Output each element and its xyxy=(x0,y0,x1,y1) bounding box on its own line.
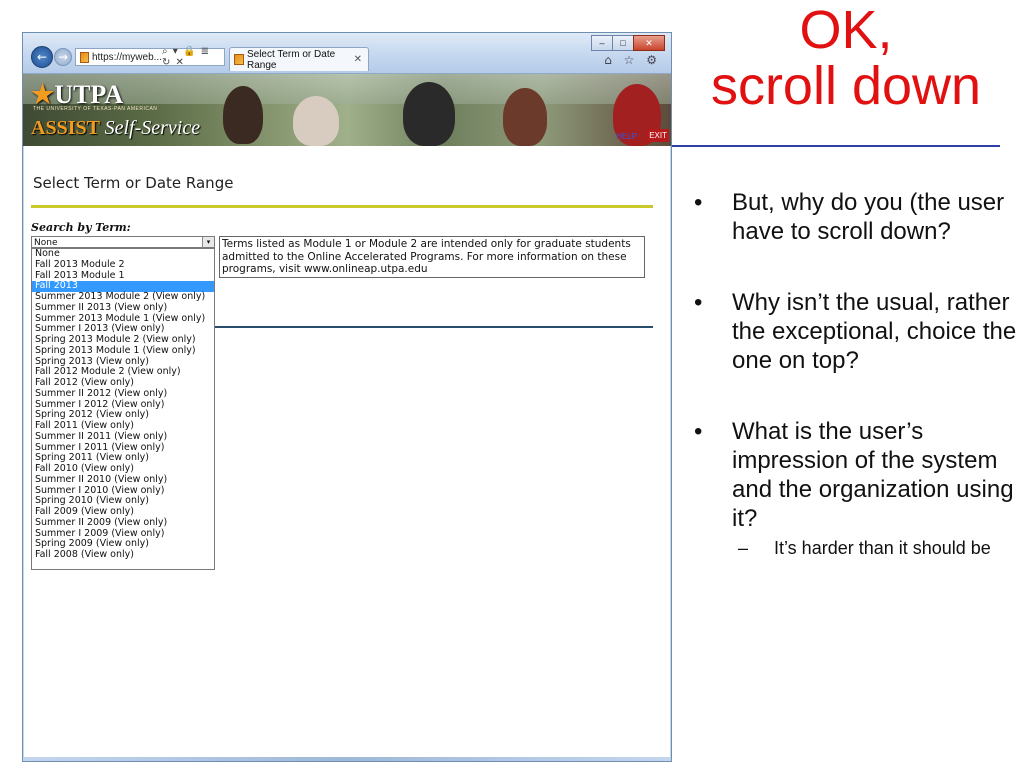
help-link[interactable]: HELP xyxy=(616,132,637,141)
exit-link[interactable]: EXIT xyxy=(647,129,669,142)
divider xyxy=(31,205,653,208)
star-icon: ★ xyxy=(31,80,55,109)
browser-window: ← → https://myweb... ⌕ ▾ 🔒 ≣ ↻ ✕ Select … xyxy=(22,32,672,762)
term-option[interactable]: Summer II 2013 (View only) xyxy=(32,302,214,314)
tab-select-term[interactable]: Select Term or Date Range ✕ xyxy=(229,47,369,71)
maximize-icon[interactable]: □ xyxy=(612,35,634,51)
chevron-down-icon[interactable]: ▾ xyxy=(202,237,214,247)
slide-title: OK, scroll down xyxy=(710,0,982,116)
term-option[interactable]: Summer II 2012 (View only) xyxy=(32,388,214,400)
home-favorites-settings-icon[interactable]: ⌂ ☆ ⚙ xyxy=(604,53,661,67)
browser-toolbar: ← → https://myweb... ⌕ ▾ 🔒 ≣ ↻ ✕ Select … xyxy=(23,33,671,74)
minimize-icon[interactable]: – xyxy=(591,35,613,51)
slide-title-rule xyxy=(672,145,1000,147)
address-bar[interactable]: https://myweb... ⌕ ▾ 🔒 ≣ ↻ ✕ xyxy=(75,46,225,68)
section-divider xyxy=(215,326,653,328)
banner-photo xyxy=(223,86,263,144)
page-title: Select Term or Date Range xyxy=(33,174,234,192)
term-option[interactable]: Summer II 2011 (View only) xyxy=(32,431,214,443)
close-window-icon[interactable]: ✕ xyxy=(633,35,665,51)
assist-logo: ASSIST Self-Service xyxy=(31,117,201,139)
tab-title: Select Term or Date Range xyxy=(246,48,336,71)
term-option[interactable]: Fall 2008 (View only) xyxy=(32,549,214,561)
window-bottom-border xyxy=(23,757,671,761)
term-option[interactable]: Spring 2013 Module 1 (View only) xyxy=(32,345,214,357)
back-arrow-icon[interactable]: ← xyxy=(31,46,53,68)
site-favicon-icon xyxy=(80,51,89,63)
term-option[interactable]: Summer II 2010 (View only) xyxy=(32,474,214,486)
term-select-value: None xyxy=(34,238,58,248)
forward-arrow-icon[interactable]: → xyxy=(54,48,72,66)
term-select[interactable]: None ▾ xyxy=(31,236,215,248)
sub-bullet-point: It’s harder than it should be xyxy=(738,537,1019,559)
term-option[interactable]: Summer II 2009 (View only) xyxy=(32,517,214,529)
bullet-point: What is the user’s impression of the sys… xyxy=(694,417,1019,533)
term-dropdown-list[interactable]: None Fall 2013 Module 2 Fall 2013 Module 1… xyxy=(31,248,215,570)
window-controls: – □ ✕ xyxy=(591,35,665,51)
tab-favicon-icon xyxy=(234,54,244,65)
term-option[interactable]: Fall 2013 Module 2 xyxy=(32,259,214,271)
address-text: https://myweb... xyxy=(91,51,162,63)
slide-bullets: But, why do you (the user have to scroll… xyxy=(694,188,1019,559)
tab-close-icon[interactable]: ✕ xyxy=(354,54,368,65)
bullet-point: Why isn’t the usual, rather the exceptio… xyxy=(694,288,1019,375)
bullet-point: But, why do you (the user have to scroll… xyxy=(694,188,1019,246)
search-by-term-label: Search by Term: xyxy=(31,221,131,234)
address-actions-icon[interactable]: ⌕ ▾ 🔒 ≣ ↻ ✕ xyxy=(162,46,224,68)
logo-subtitle: THE UNIVERSITY OF TEXAS-PAN AMERICAN xyxy=(33,106,158,112)
site-banner: ★UTPA THE UNIVERSITY OF TEXAS-PAN AMERIC… xyxy=(23,74,671,146)
module-info-note: Terms listed as Module 1 or Module 2 are… xyxy=(219,236,645,278)
